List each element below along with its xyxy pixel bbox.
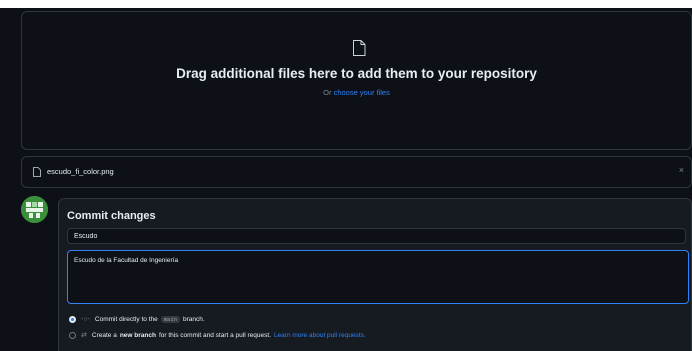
new-branch-option[interactable]: ⇄ Create a new branch for this commit an…: [69, 329, 366, 341]
commit-direct-suffix: branch.: [182, 315, 205, 323]
file-icon: [33, 167, 41, 177]
new-branch-bold: new branch: [119, 331, 156, 339]
commit-title: Commit changes: [67, 210, 156, 222]
file-icon: [353, 40, 366, 56]
branch-name: main: [160, 315, 180, 323]
top-border: [0, 0, 692, 8]
commit-summary-input[interactable]: [67, 228, 686, 244]
commit-description-input[interactable]: Escudo de la Facultad de Ingeniería: [67, 250, 689, 304]
choose-files-link[interactable]: choose your files: [334, 88, 390, 97]
new-branch-suffix: for this commit and start a pull request…: [158, 331, 271, 339]
new-branch-radio[interactable]: [69, 331, 76, 339]
avatar: [21, 196, 48, 223]
remove-file-button[interactable]: ×: [679, 165, 684, 175]
or-text: Or: [323, 88, 332, 97]
file-list-item: escudo_fi_color.png ×: [21, 156, 692, 188]
identicon: [21, 196, 48, 223]
drop-zone-subtitle: Or choose your files: [22, 88, 691, 97]
commit-changes-panel: Commit changes Escudo de la Facultad de …: [58, 198, 692, 351]
file-name: escudo_fi_color.png: [47, 167, 114, 176]
git-commit-icon: -○-: [81, 315, 90, 323]
drop-zone-title: Drag additional files here to add them t…: [176, 66, 537, 81]
commit-direct-prefix: Commit directly to the: [94, 315, 158, 323]
commit-direct-radio[interactable]: [69, 315, 76, 323]
commit-direct-option[interactable]: -○- Commit directly to the main branch.: [69, 313, 205, 325]
file-drop-zone[interactable]: Drag additional files here to add them t…: [21, 11, 692, 150]
git-pull-request-icon: ⇄: [81, 332, 87, 339]
learn-more-link[interactable]: Learn more about pull requests.: [274, 332, 366, 339]
new-branch-prefix: Create a: [91, 331, 117, 339]
